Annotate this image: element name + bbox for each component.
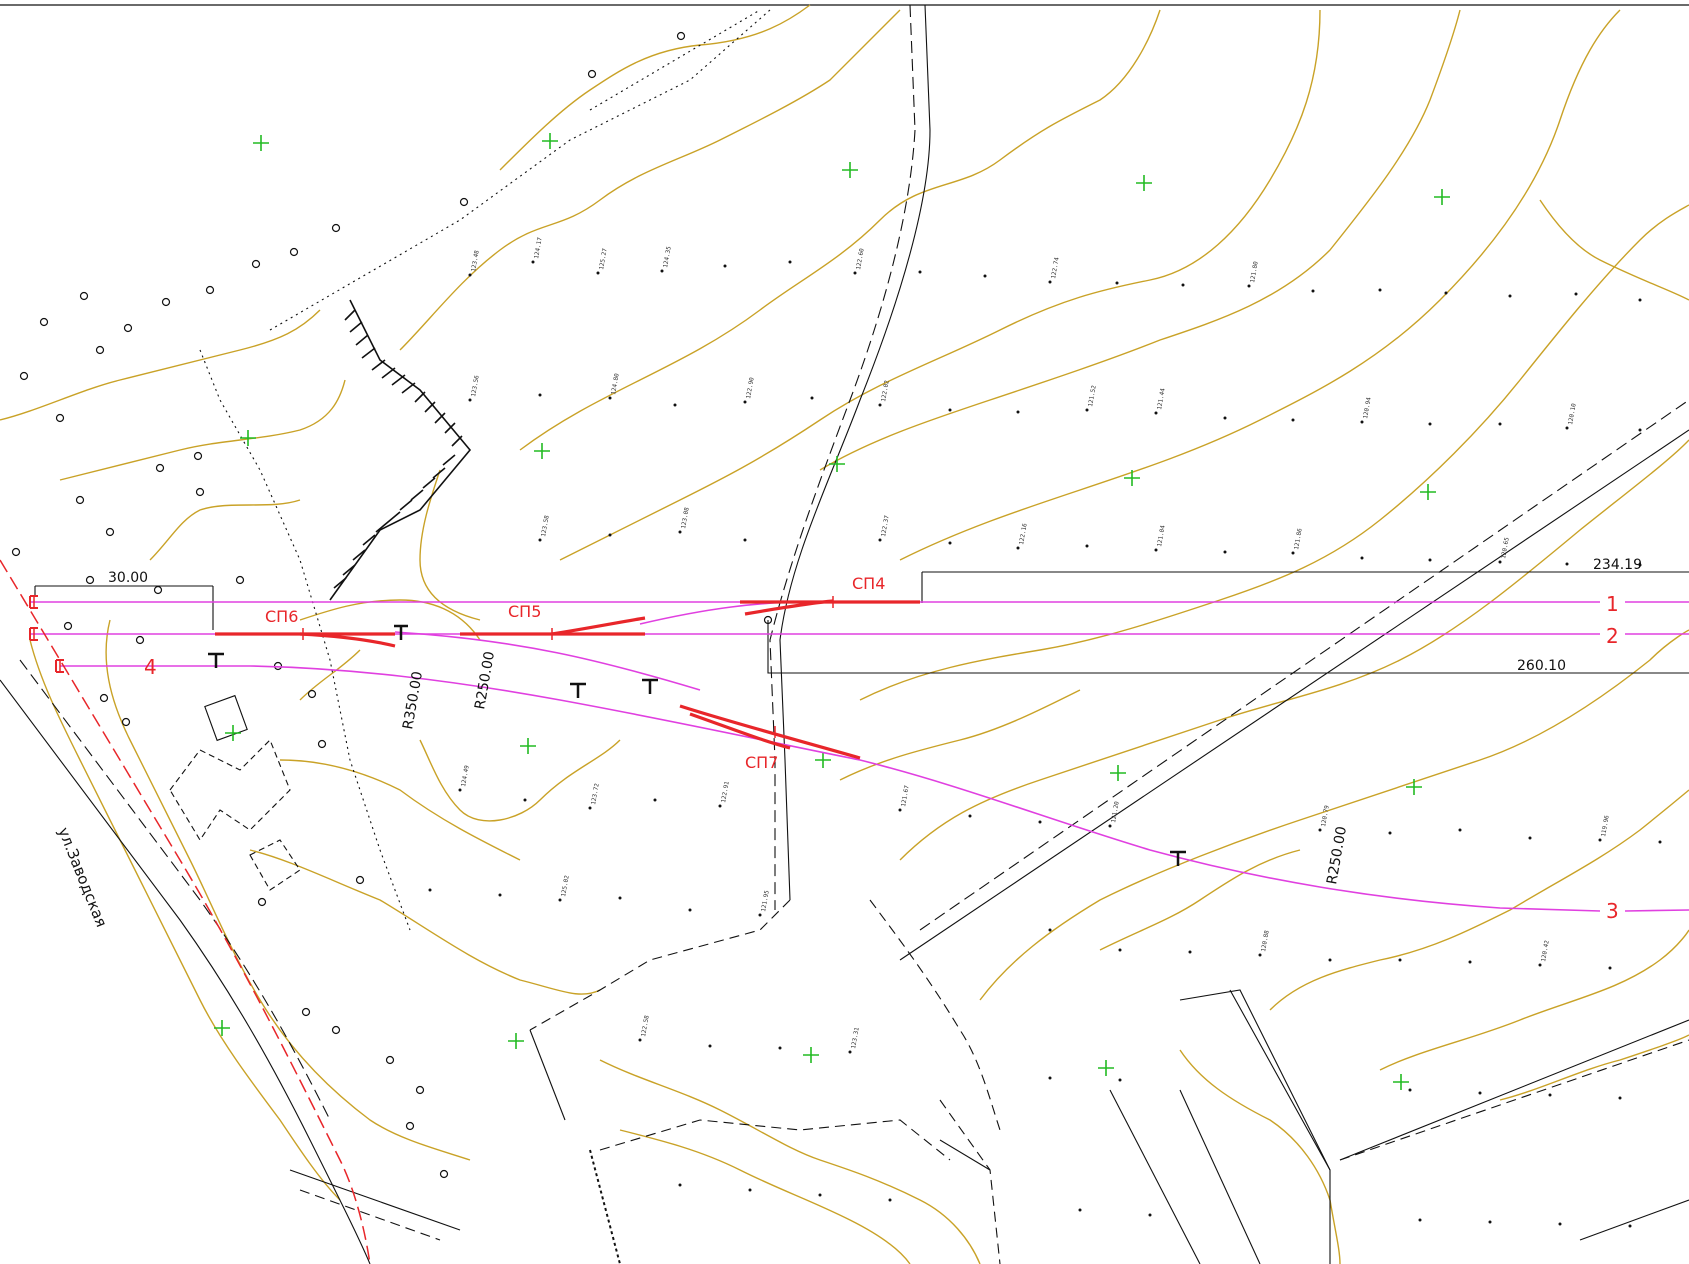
switch-label-sp5: СП5 bbox=[508, 602, 541, 621]
switches bbox=[215, 599, 920, 760]
elevation-label: 121.80 bbox=[1249, 260, 1260, 283]
radius-label-r250-a: R250.00 bbox=[472, 650, 498, 711]
elevation-label: 123.56 bbox=[470, 374, 481, 397]
elevation-label: 124.35 bbox=[662, 245, 673, 268]
elevation-label: 124.49 bbox=[460, 764, 471, 787]
track-number-1: 1 bbox=[1606, 592, 1619, 616]
elevation-label: 120.10 bbox=[1567, 402, 1578, 425]
dimension-260: 260.10 bbox=[1517, 658, 1566, 674]
elevation-label: 122.58 bbox=[640, 1014, 651, 1037]
elevation-label: 123.48 bbox=[470, 249, 481, 272]
elevation-label: 120.65 bbox=[1500, 536, 1511, 559]
elevation-label: 122.16 bbox=[1018, 522, 1029, 545]
radius-label-r250-b: R250.00 bbox=[1324, 825, 1350, 886]
elevation-label: 124.80 bbox=[610, 372, 621, 395]
track-number-2: 2 bbox=[1606, 624, 1619, 648]
elevation-label: 120.88 bbox=[1260, 929, 1271, 952]
elevation-label: 125.02 bbox=[560, 874, 571, 897]
elevation-labels: 123.48 124.17 125.27 122.60 124.35 122.7… bbox=[460, 236, 1611, 1049]
radius-label-r350: R350.00 bbox=[400, 670, 426, 731]
street-name-label: ул.Заводская bbox=[54, 825, 110, 930]
dimension-30: 30.00 bbox=[108, 570, 148, 586]
elevation-label: 125.27 bbox=[598, 247, 609, 270]
switch-label-sp7: СП7 bbox=[745, 753, 778, 772]
elevation-label: 122.60 bbox=[855, 247, 866, 270]
elevation-label: 121.52 bbox=[1087, 384, 1098, 407]
elevation-label: 122.37 bbox=[880, 514, 891, 537]
elevation-label: 122.90 bbox=[745, 376, 756, 399]
elevation-label: 121.44 bbox=[1156, 387, 1167, 410]
elevation-label: 124.17 bbox=[533, 236, 544, 259]
elevation-label: 121.20 bbox=[1110, 800, 1121, 823]
elevation-label: 121.67 bbox=[900, 784, 911, 807]
elevation-label: 123.08 bbox=[680, 506, 691, 529]
elevation-label: 120.79 bbox=[1320, 804, 1331, 827]
track-number-3: 3 bbox=[1606, 899, 1619, 923]
elevation-points bbox=[428, 260, 1662, 1228]
switch-label-sp6: СП6 bbox=[265, 607, 298, 626]
elevation-label: 123.72 bbox=[590, 782, 601, 805]
elevation-label: 122.74 bbox=[1050, 256, 1061, 279]
track-number-4: 4 bbox=[144, 655, 157, 679]
elevation-label: 123.58 bbox=[540, 514, 551, 537]
tree-symbols bbox=[11, 31, 773, 1179]
curve-radius-labels: R350.00 R250.00 R250.00 bbox=[400, 650, 1350, 886]
elevation-label: 122.02 bbox=[880, 379, 891, 402]
elevation-label: 122.91 bbox=[720, 780, 731, 803]
elevation-label: 119.96 bbox=[1600, 814, 1611, 837]
track-4-line bbox=[60, 665, 1601, 912]
elevation-label: 120.94 bbox=[1362, 396, 1373, 419]
switch-label-sp4: СП4 bbox=[852, 574, 885, 593]
elevation-label: 121.95 bbox=[760, 889, 771, 912]
elevation-label: 121.04 bbox=[1156, 524, 1167, 547]
elevation-label: 121.86 bbox=[1293, 527, 1304, 550]
embankment-hatch bbox=[329, 299, 472, 601]
elevation-label: 120.42 bbox=[1540, 939, 1551, 962]
signal-markers bbox=[208, 624, 1186, 866]
topographic-plan: 123.48 124.17 125.27 122.60 124.35 122.7… bbox=[0, 4, 1689, 1264]
elevation-label: 123.31 bbox=[850, 1026, 861, 1049]
dimension-234: 234.19 bbox=[1593, 557, 1642, 573]
